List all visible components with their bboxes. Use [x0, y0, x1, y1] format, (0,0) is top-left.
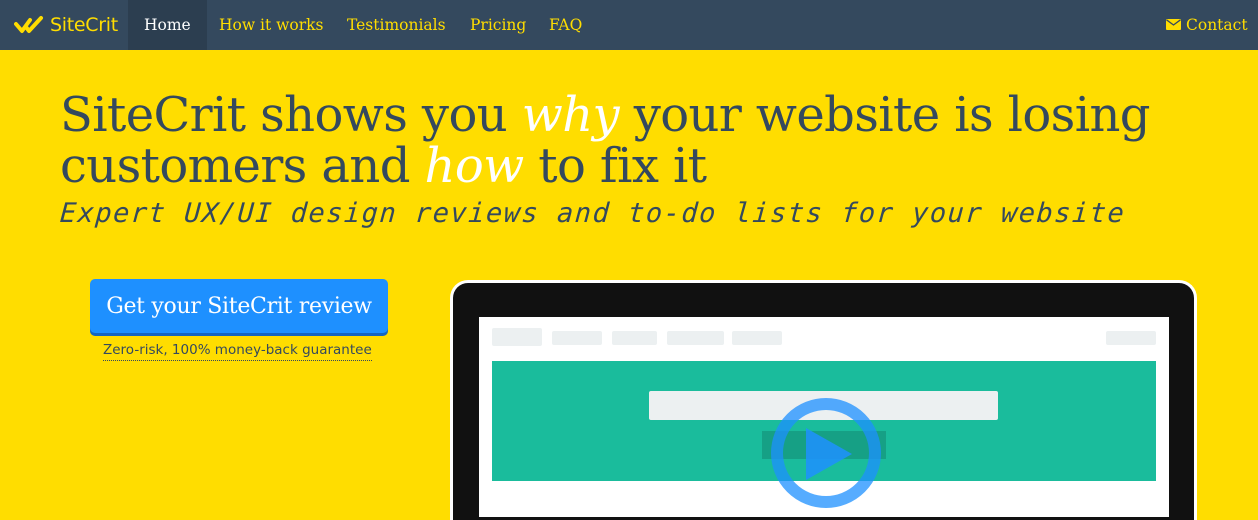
get-review-button[interactable]: Get your SiteCrit review	[90, 279, 388, 333]
nav-item-home[interactable]: Home	[128, 0, 207, 50]
mock-logo-bar	[492, 328, 542, 346]
nav-item-faq[interactable]: FAQ	[549, 0, 582, 50]
guarantee-link[interactable]: Zero-risk, 100% money-back guarantee	[103, 342, 372, 361]
play-icon	[806, 428, 852, 480]
mock-nav-bar	[732, 331, 782, 345]
mock-nav-bar	[612, 331, 657, 345]
nav-item-how-it-works[interactable]: How it works	[219, 0, 324, 50]
nav-item-pricing[interactable]: Pricing	[470, 0, 526, 50]
brand-name: SiteCrit	[50, 14, 118, 36]
headline-text-1: SiteCrit shows you	[60, 87, 522, 143]
brand-logo[interactable]: SiteCrit	[14, 0, 118, 50]
hero-headline: SiteCrit shows you why your website is l…	[60, 90, 1230, 192]
nav-item-testimonials[interactable]: Testimonials	[347, 0, 446, 50]
mock-nav-bar	[552, 331, 602, 345]
mock-nav-bar	[1106, 331, 1156, 345]
headline-emphasis-why: why	[521, 87, 620, 143]
mock-nav-bar	[667, 331, 724, 345]
envelope-icon	[1166, 0, 1181, 50]
headline-emphasis-how: how	[424, 138, 525, 194]
nav-item-contact[interactable]: Contact	[1166, 0, 1248, 50]
hero-tagline: Expert UX/UI design reviews and to-do li…	[58, 198, 1127, 229]
check-logo-icon	[14, 15, 44, 35]
top-navbar: SiteCrit Home How it works Testimonials …	[0, 0, 1258, 50]
contact-label: Contact	[1186, 16, 1248, 34]
headline-text-3: to fix it	[523, 138, 707, 194]
